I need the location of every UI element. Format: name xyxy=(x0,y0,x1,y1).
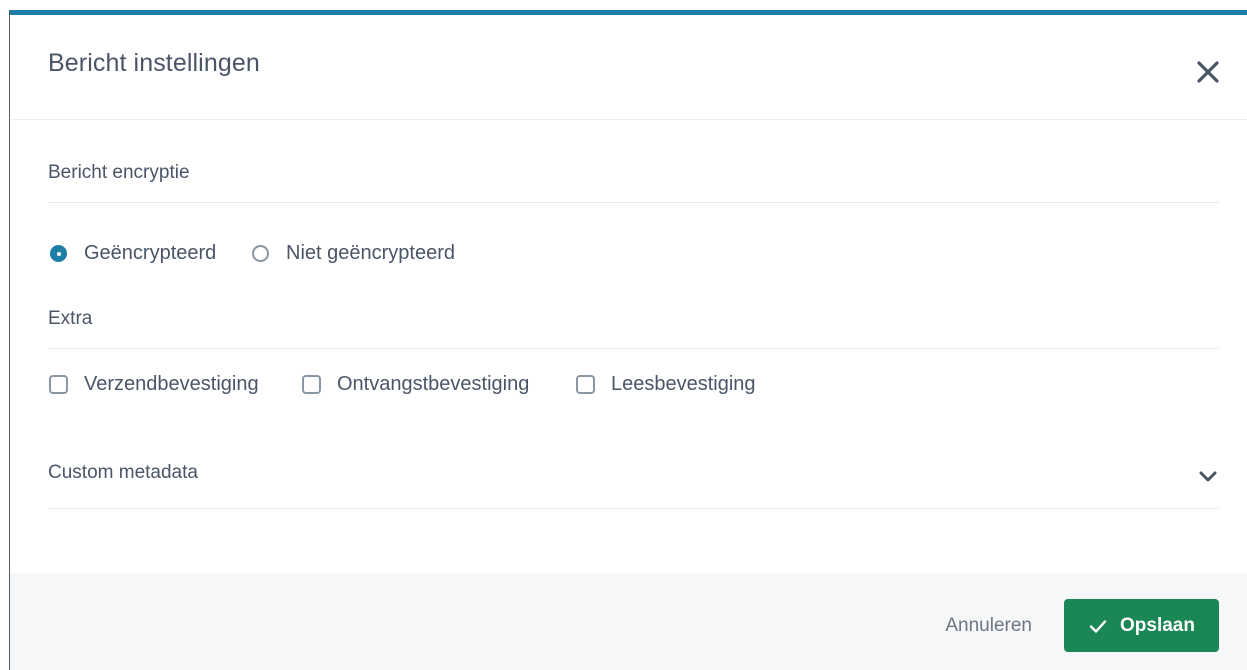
checkbox-send-confirmation-control[interactable] xyxy=(49,375,68,394)
chevron-down-icon xyxy=(1199,471,1217,482)
close-button[interactable] xyxy=(1193,57,1223,87)
checkbox-send-confirmation[interactable]: Verzendbevestiging xyxy=(49,373,259,396)
save-button-label: Opslaan xyxy=(1120,614,1195,636)
dialog-header: Bericht instellingen xyxy=(10,15,1247,120)
checkbox-receipt-confirmation-label: Ontvangstbevestiging xyxy=(337,373,530,395)
cancel-button[interactable]: Annuleren xyxy=(945,615,1032,637)
radio-not-encrypted-label: Niet geëncrypteerd xyxy=(286,242,455,264)
close-icon xyxy=(1197,61,1219,83)
radio-encrypted-control[interactable] xyxy=(50,245,67,262)
checkbox-read-confirmation-label: Leesbevestiging xyxy=(611,373,756,395)
radio-encrypted-label: Geëncrypteerd xyxy=(84,242,217,264)
message-settings-dialog: Bericht instellingen Bericht encryptie G… xyxy=(0,0,1247,670)
extra-section-label: Extra xyxy=(48,308,93,329)
checkbox-send-confirmation-label: Verzendbevestiging xyxy=(84,373,259,395)
checkbox-receipt-confirmation[interactable]: Ontvangstbevestiging xyxy=(302,373,529,396)
checkbox-receipt-confirmation-control[interactable] xyxy=(302,375,321,394)
radio-not-encrypted-control[interactable] xyxy=(252,245,269,262)
dialog-footer: Annuleren Opslaan xyxy=(10,573,1247,670)
save-button[interactable]: Opslaan xyxy=(1064,599,1219,652)
encryption-section-label: Bericht encryptie xyxy=(48,162,190,183)
radio-not-encrypted[interactable]: Niet geëncrypteerd xyxy=(252,242,455,265)
metadata-divider xyxy=(48,508,1219,509)
radio-encrypted[interactable]: Geëncrypteerd xyxy=(50,242,216,265)
custom-metadata-toggle[interactable]: Custom metadata xyxy=(48,455,1219,495)
extra-divider xyxy=(48,348,1219,349)
checkbox-read-confirmation-control[interactable] xyxy=(576,375,595,394)
check-icon xyxy=(1089,619,1107,633)
checkbox-read-confirmation[interactable]: Leesbevestiging xyxy=(576,373,756,396)
dialog-title: Bericht instellingen xyxy=(48,49,260,77)
custom-metadata-label: Custom metadata xyxy=(48,462,198,483)
encryption-divider xyxy=(48,202,1219,203)
